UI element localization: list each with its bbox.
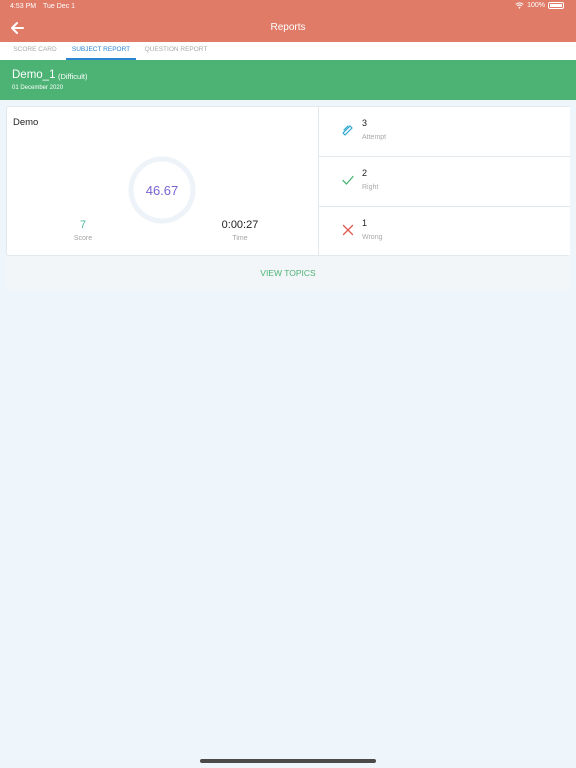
percentage-value: 46.67 (145, 183, 179, 198)
score-label: Score (73, 235, 93, 242)
subject-report-card: Demo 46.67 7 Score 0:00:27 Time 3 Attemp… (6, 106, 570, 256)
check-icon (342, 175, 354, 185)
battery-percentage: 100% (527, 2, 545, 9)
status-time: 4:53 PM (10, 3, 37, 10)
report-tabs: SCORE CARD SUBJECT REPORT QUESTION REPOR… (0, 42, 576, 60)
stat-right: 2 Right (318, 157, 570, 207)
page-title: Reports (270, 22, 306, 33)
tab-score-card[interactable]: SCORE CARD (6, 42, 64, 60)
wrong-label: Wrong (362, 234, 383, 241)
pencil-icon (342, 125, 353, 136)
tab-question-report[interactable]: QUESTION REPORT (140, 42, 212, 60)
time-label: Time (232, 235, 248, 242)
home-indicator[interactable] (200, 759, 376, 763)
attempt-value: 3 (362, 118, 368, 128)
tab-subject-report[interactable]: SUBJECT REPORT (66, 42, 136, 60)
status-bar: 4:53 PM Tue Dec 1 100% (0, 0, 576, 14)
right-label: Right (362, 184, 379, 191)
wifi-icon (515, 2, 524, 9)
exam-name: Demo_1 (12, 69, 56, 81)
stat-attempt: 3 Attempt (318, 107, 570, 157)
time-value: 0:00:27 (221, 219, 259, 231)
attempt-label: Attempt (362, 134, 387, 141)
right-value: 2 (362, 168, 368, 178)
exam-banner: Demo_1 (Difficult) 01 December 2020 (0, 60, 576, 100)
battery-icon (548, 2, 564, 9)
exam-date: 01 December 2020 (12, 85, 64, 91)
score-value: 7 (79, 219, 87, 231)
subject-name: Demo (13, 117, 39, 128)
wrong-value: 1 (362, 218, 368, 228)
exam-level: (Difficult) (58, 72, 88, 81)
app-header: 4:53 PM Tue Dec 1 100% Reports (0, 0, 576, 42)
cross-icon (342, 224, 354, 236)
status-right: 100% (515, 2, 564, 9)
status-date: Tue Dec 1 (43, 3, 76, 10)
stat-wrong: 1 Wrong (318, 207, 570, 255)
view-topics-button[interactable]: VIEW TOPICS (6, 256, 570, 290)
